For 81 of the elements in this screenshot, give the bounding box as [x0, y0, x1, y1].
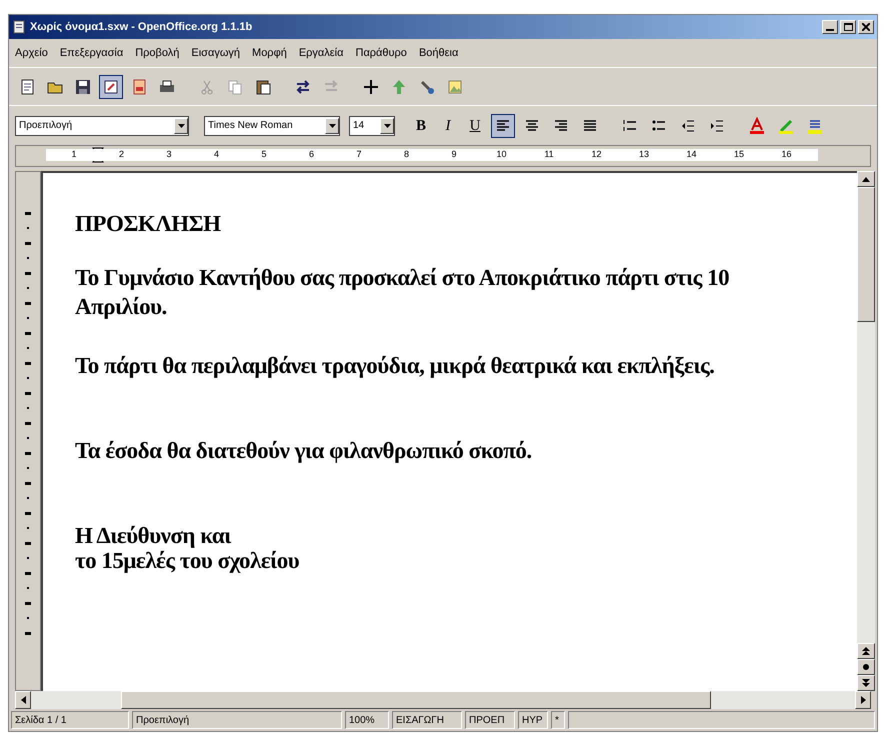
ruler-number: 7 [356, 148, 362, 160]
paragraph: Το Γυμνάσιο Καντήθου σας προσκαλεί στο Αποκριάτικο πάρτι στις 10 Απριλίου. [75, 264, 730, 321]
ruler-number: 12 [592, 148, 602, 160]
ruler-number: 15 [734, 148, 744, 160]
status-field: 100% [345, 711, 389, 729]
close-button[interactable] [858, 20, 874, 34]
font-color-icon [748, 116, 766, 134]
italic-button[interactable]: I [437, 114, 459, 138]
floppy-icon [74, 78, 92, 96]
image-icon [446, 78, 464, 96]
ruler-number: 10 [496, 148, 506, 160]
vertical-scrollbar[interactable] [857, 171, 875, 691]
maximize-icon [844, 23, 852, 31]
menu-item[interactable]: Προβολή [135, 44, 180, 62]
ruler-number: 8 [404, 148, 409, 160]
pencil-icon [102, 78, 120, 96]
scroll-left-button[interactable] [15, 691, 31, 709]
navigation-button[interactable] [857, 659, 875, 675]
ruler-number: 6 [309, 148, 314, 160]
dropdown-arrow-icon [178, 124, 184, 128]
dot-icon [863, 664, 869, 670]
menu-item[interactable]: Επεξεργασία [60, 44, 124, 62]
next-page-button[interactable] [857, 675, 875, 691]
scroll-thumb[interactable] [121, 691, 711, 709]
font-name-dropdown[interactable]: Times New Roman [204, 116, 340, 136]
document-heading: ΠΡΟΣΚΛΗΣΗ [75, 210, 222, 238]
ruler-number: 16 [782, 148, 792, 160]
status-field: * [551, 711, 565, 729]
up-arrow-icon [390, 78, 408, 96]
menu-item[interactable]: Παράθυρο [356, 44, 407, 62]
bold-button[interactable]: B [410, 114, 432, 138]
paragraph-style-dropdown[interactable]: Προεπιλογή [15, 116, 189, 136]
previous-page-button[interactable] [857, 643, 875, 659]
up-arrow-icon [862, 176, 870, 182]
ruler-number: 11 [544, 148, 554, 160]
paragraph: Η Διεύθυνση και [75, 522, 232, 550]
clipboard-icon [254, 78, 272, 96]
window-title: Χωρίς όνομα1.sxw - OpenOffice.org 1.1.1b [30, 20, 252, 35]
status-field: HYP [518, 711, 548, 729]
status-field: ΕΙΣΑΓΩΓΗ [392, 711, 462, 729]
minimize-button[interactable] [822, 20, 838, 34]
menu-item[interactable]: Αρχείο [15, 44, 48, 62]
plus-icon [362, 78, 380, 96]
status-field: Προεπιλογή [132, 711, 342, 729]
status-field: Σελίδα 1 / 1 [11, 711, 129, 729]
dropdown-arrow-icon [384, 124, 390, 128]
scroll-right-button[interactable] [855, 691, 871, 709]
font-size-dropdown[interactable]: 14 [349, 116, 395, 136]
double-up-arrow-icon [862, 647, 870, 655]
paragraph: το 15μελές του σχολείου [75, 548, 300, 575]
minimize-icon [826, 29, 834, 31]
menu-item[interactable]: Εισαγωγή [191, 44, 240, 62]
maximize-button[interactable] [840, 20, 856, 34]
ruler-number: 9 [452, 148, 456, 160]
scroll-thumb[interactable] [857, 187, 875, 322]
ruler-number: 2 [119, 148, 124, 160]
ruler-number: 13 [639, 148, 649, 160]
double-down-arrow-icon [862, 679, 870, 687]
status-field: ΠΡΟΕΠ [465, 711, 515, 729]
arrows-icon [294, 78, 312, 96]
ruler-number: 5 [262, 148, 266, 160]
close-icon [862, 23, 870, 31]
ruler-number: 14 [686, 148, 696, 160]
paragraph: Τα έσοδα θα διατεθούν για φιλανθρωπικό σκοπό. [75, 437, 533, 465]
underline-button[interactable]: U [464, 114, 486, 138]
dropdown-arrow-icon [328, 124, 336, 128]
right-arrow-icon [860, 696, 866, 704]
left-arrow-icon [20, 696, 26, 704]
ruler-number: 1 [72, 148, 76, 160]
ruler-number: 3 [166, 148, 172, 160]
paragraph: Το πάρτι θα περιλαμβάνει τραγούδια, μικρά θεατρικά και εκπλήξεις. [75, 352, 716, 380]
menu-item[interactable]: Εργαλεία [298, 44, 344, 62]
copy-icon [226, 78, 244, 96]
document-icon [12, 20, 26, 34]
menu-item[interactable]: Βοήθεια [418, 44, 458, 62]
menu-item[interactable]: Μορφή [252, 44, 287, 62]
ruler-number: 4 [214, 148, 219, 160]
horizontal-scrollbar[interactable] [15, 691, 871, 709]
pencil-button[interactable] [99, 74, 123, 98]
align-left-button[interactable] [491, 114, 515, 138]
scroll-up-button[interactable] [857, 171, 875, 187]
